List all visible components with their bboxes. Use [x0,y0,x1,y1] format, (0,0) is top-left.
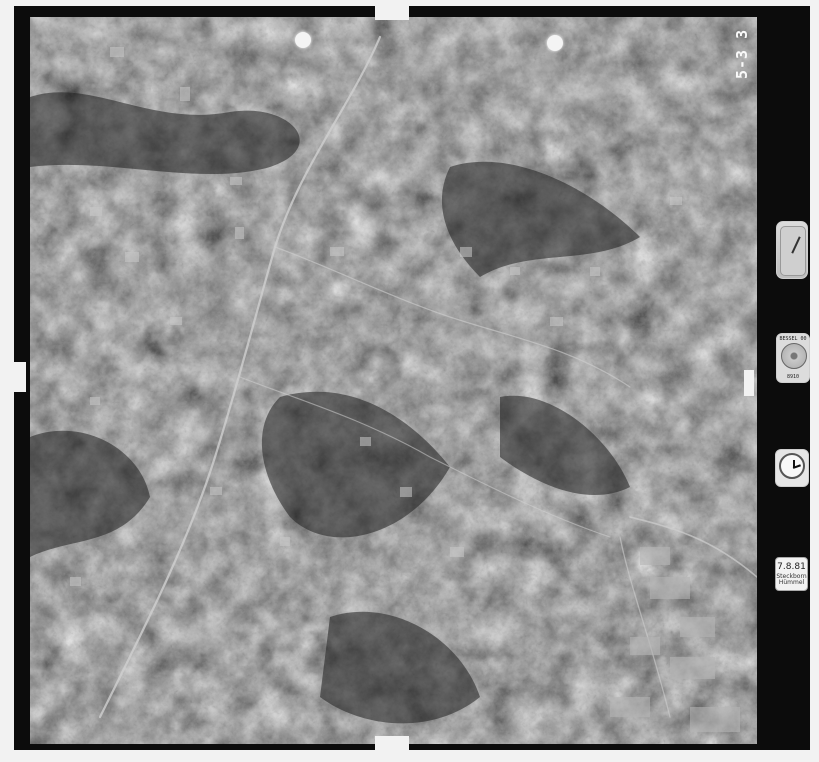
level-text-top: BESSEL 00 [779,336,807,342]
frame-id-label: 5-3 3 [733,28,751,80]
aerial-photograph [30,17,757,744]
fiducial-mark-right [547,35,563,51]
level-bubble [781,343,807,369]
clock-face [779,453,805,479]
data-card-subtext: Steckborn Hümmel [776,574,807,586]
data-card: 7.8.81 Steckborn Hümmel [775,557,808,591]
frame-notch-bottom [375,736,409,750]
frame-notch-right [744,370,754,396]
data-card-line2: Hümmel [778,579,805,586]
frame-notch-left [14,362,26,392]
level-icon: BESSEL 00 8910 [776,333,810,383]
terrain-image [30,17,757,744]
clock-icon [775,449,809,487]
frame-notch-top [375,6,409,20]
altimeter-face [780,226,806,276]
fiducial-mark-left [295,32,311,48]
altimeter-needle [791,236,801,254]
level-text-bottom: 8910 [786,374,800,380]
altimeter-icon [776,221,808,279]
data-card-date: 7.8.81 [777,562,806,572]
